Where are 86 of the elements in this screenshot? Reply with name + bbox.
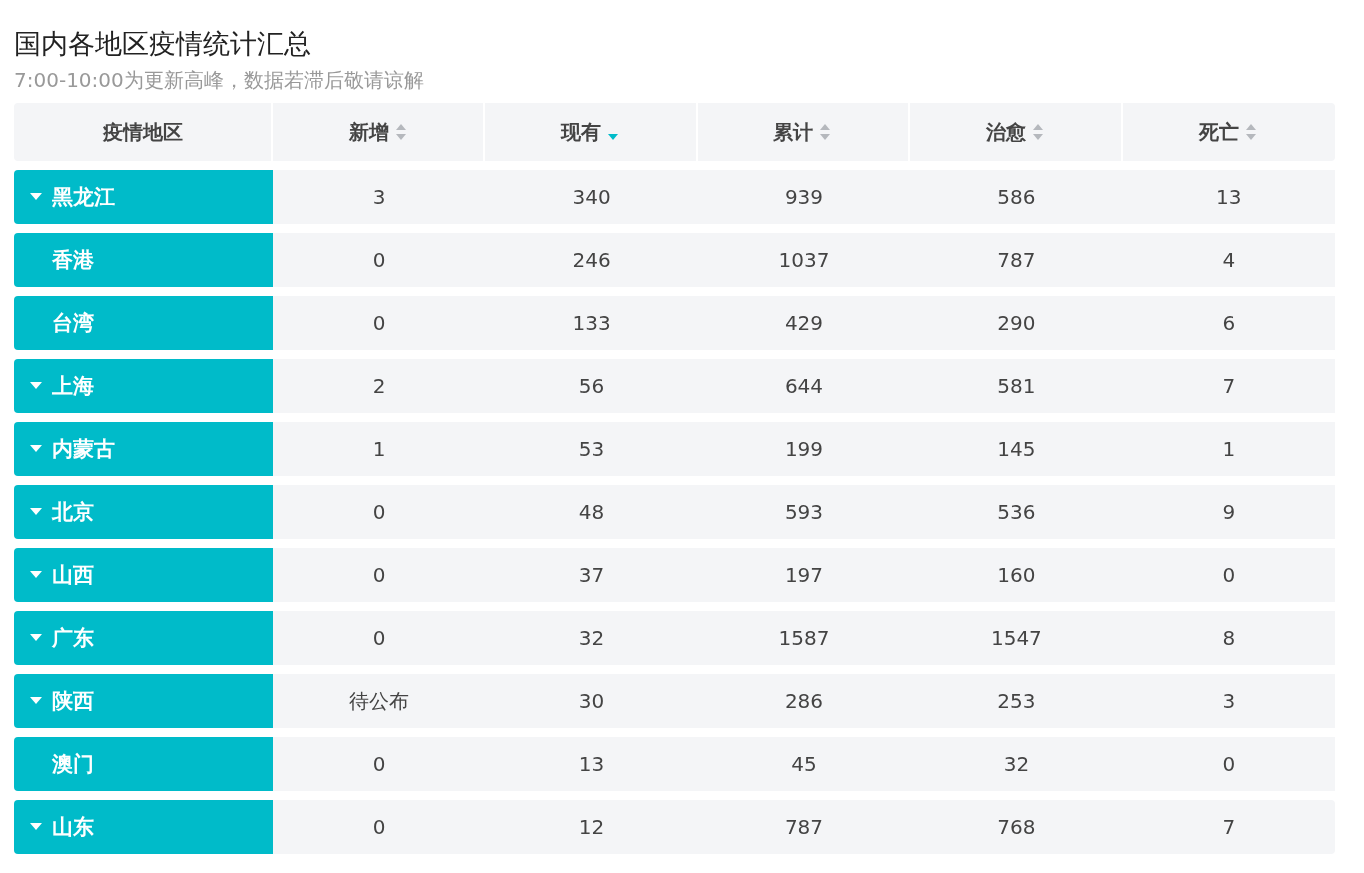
table-cell: 197 xyxy=(784,563,824,587)
table-cell: 1 xyxy=(1222,437,1236,461)
column-header[interactable]: 新增 xyxy=(273,103,484,161)
table-cell: 8 xyxy=(1222,626,1236,650)
table-cell: 13 xyxy=(1216,185,1242,209)
table-cell: 0 xyxy=(372,500,386,524)
table-cell: 0 xyxy=(372,563,386,587)
region-name: 山西 xyxy=(52,562,94,589)
table-cell: 253 xyxy=(997,689,1036,713)
table-cell: 48 xyxy=(578,500,605,524)
table-cell: 30 xyxy=(578,689,605,713)
table-cell: 586 xyxy=(997,185,1036,209)
column-header[interactable]: 治愈 xyxy=(910,103,1121,161)
sort-icon[interactable] xyxy=(393,122,408,142)
sort-icon[interactable] xyxy=(1244,122,1259,142)
table-cell: 12 xyxy=(578,815,605,839)
table-cell: 0 xyxy=(372,248,386,272)
region-cell[interactable]: 上海 xyxy=(14,359,273,413)
table-cell: 7 xyxy=(1222,374,1236,398)
table-cell: 429 xyxy=(784,311,824,335)
table-cell: 246 xyxy=(572,248,611,272)
table-cell: 3 xyxy=(372,185,386,209)
table-cell: 787 xyxy=(784,815,824,839)
column-header[interactable]: 现有 xyxy=(485,103,696,161)
region-name: 上海 xyxy=(52,373,94,400)
table-cell: 0 xyxy=(372,626,386,650)
region-name: 山东 xyxy=(52,814,94,841)
region-cell[interactable]: 北京 xyxy=(14,485,273,539)
table-cell: 1587 xyxy=(778,626,830,650)
table-cell: 0 xyxy=(372,752,386,776)
table-cell: 160 xyxy=(997,563,1036,587)
sort-icon[interactable] xyxy=(1030,122,1045,142)
column-header[interactable]: 死亡 xyxy=(1122,103,1335,161)
region-cell[interactable]: 黑龙江 xyxy=(14,170,273,224)
table-cell: 3 xyxy=(1222,689,1236,713)
table-cell: 0 xyxy=(372,311,386,335)
table-cell: 133 xyxy=(572,311,611,335)
table-cell: 0 xyxy=(372,815,386,839)
region-name: 香港 xyxy=(52,247,94,274)
region-name: 北京 xyxy=(52,499,94,526)
table-cell: 939 xyxy=(784,185,824,209)
table-cell: 199 xyxy=(784,437,824,461)
table-cell: 13 xyxy=(578,752,605,776)
table-cell: 0 xyxy=(1222,563,1236,587)
table-cell: 581 xyxy=(997,374,1036,398)
column-header[interactable]: 累计 xyxy=(697,103,909,161)
table-cell: 2 xyxy=(372,374,386,398)
page-subtitle: 7:00-10:00为更新高峰，数据若滞后敬请谅解 xyxy=(14,67,424,94)
table-cell: 53 xyxy=(578,437,605,461)
region-name: 黑龙江 xyxy=(52,184,115,211)
table-cell: 787 xyxy=(997,248,1036,272)
table-cell: 32 xyxy=(578,626,605,650)
region-cell[interactable]: 陕西 xyxy=(14,674,273,728)
region-name: 内蒙古 xyxy=(52,436,115,463)
region-cell[interactable]: 广东 xyxy=(14,611,273,665)
table-cell: 7 xyxy=(1222,815,1236,839)
table-cell: 56 xyxy=(578,374,605,398)
column-header: 疫情地区 xyxy=(14,103,271,161)
sort-icon[interactable] xyxy=(818,122,833,142)
table-cell: 536 xyxy=(997,500,1036,524)
table-cell: 9 xyxy=(1222,500,1236,524)
table-cell: 1 xyxy=(372,437,386,461)
table-cell: 1547 xyxy=(990,626,1042,650)
page-title: 国内各地区疫情统计汇总 xyxy=(14,27,311,61)
table-cell: 0 xyxy=(1222,752,1236,776)
region-name: 澳门 xyxy=(52,751,94,778)
region-cell[interactable]: 内蒙古 xyxy=(14,422,273,476)
table-cell: 45 xyxy=(791,752,817,776)
table-cell: 768 xyxy=(997,815,1036,839)
region-cell[interactable]: 山西 xyxy=(14,548,273,602)
region-name: 广东 xyxy=(52,625,94,652)
table-cell: 593 xyxy=(784,500,824,524)
table-cell: 286 xyxy=(784,689,824,713)
table-cell: 32 xyxy=(1003,752,1030,776)
region-name: 台湾 xyxy=(52,310,94,337)
table-cell: 290 xyxy=(997,311,1036,335)
table-cell: 340 xyxy=(572,185,611,209)
table-cell: 1037 xyxy=(778,248,830,272)
table-cell: 145 xyxy=(997,437,1036,461)
table-cell: 待公布 xyxy=(349,687,410,715)
table-cell: 6 xyxy=(1222,311,1236,335)
table-cell: 644 xyxy=(784,374,824,398)
table-cell: 4 xyxy=(1222,248,1236,272)
region-name: 陕西 xyxy=(52,688,94,715)
region-cell[interactable]: 山东 xyxy=(14,800,273,854)
table-cell: 37 xyxy=(578,563,605,587)
